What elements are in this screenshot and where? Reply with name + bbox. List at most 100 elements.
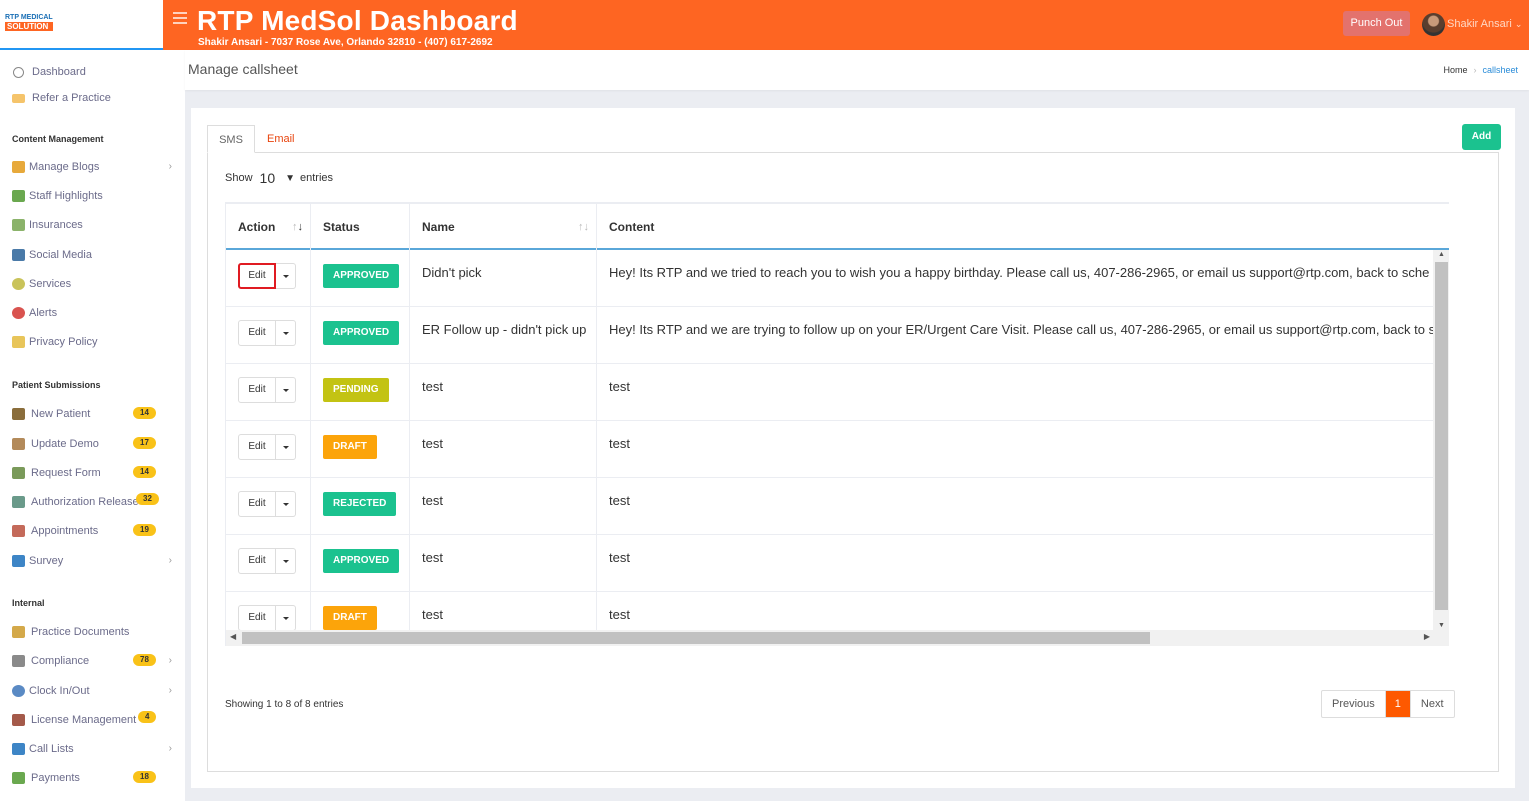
edit-dropdown-toggle[interactable] — [276, 491, 296, 517]
social-media-icon — [10, 248, 26, 263]
sidebar-item-services[interactable]: Services — [10, 275, 175, 293]
logo[interactable]: RTP MEDICAL SOLUTION — [0, 0, 163, 50]
sidebar-item-social-media[interactable]: Social Media — [10, 246, 175, 264]
edit-button[interactable]: Edit — [238, 434, 276, 460]
column-header-status[interactable]: Status — [311, 204, 410, 250]
scrollbar-thumb[interactable] — [1435, 262, 1448, 610]
pagination-page-current[interactable]: 1 — [1385, 691, 1411, 717]
cell-action: Edit — [226, 307, 311, 364]
scroll-up-icon[interactable]: ▲ — [1438, 251, 1445, 258]
sidebar-item-label: Compliance — [31, 655, 90, 667]
add-button[interactable]: Add — [1462, 124, 1501, 150]
edit-button[interactable]: Edit — [238, 377, 276, 403]
scroll-right-icon[interactable]: ▶ — [1424, 632, 1430, 641]
sidebar-item-request-form[interactable]: Request Form 14 — [10, 464, 175, 482]
pagination-previous[interactable]: Previous — [1322, 691, 1386, 717]
cell-action: Edit — [226, 364, 311, 421]
sidebar-item-label: Staff Highlights — [29, 190, 103, 202]
punch-out-button[interactable]: Punch Out — [1343, 11, 1410, 36]
sidebar-item-new-patient[interactable]: New Patient 14 — [10, 405, 175, 423]
app-title: RTP MedSol Dashboard — [197, 5, 518, 36]
section-heading-internal: Internal — [12, 598, 45, 608]
cell-content: test — [597, 535, 1434, 592]
cell-name: ER Follow up - didn't pick up — [410, 307, 597, 364]
cell-status: DRAFT — [311, 421, 410, 478]
table-row: Edit APPROVED test test — [226, 535, 1434, 592]
cell-status: APPROVED — [311, 307, 410, 364]
user-menu[interactable]: Shakir Ansari ⌄ — [1422, 12, 1522, 36]
edit-button[interactable]: Edit — [238, 548, 276, 574]
chevron-right-icon: › — [168, 743, 172, 754]
edit-button[interactable]: Edit — [238, 263, 276, 289]
update-icon — [10, 437, 26, 452]
edit-button[interactable]: Edit — [238, 605, 276, 631]
tab-sms[interactable]: SMS — [207, 125, 255, 153]
count-badge: 18 — [133, 771, 156, 783]
pagination: Previous 1 Next — [1321, 690, 1455, 718]
count-badge: 14 — [133, 407, 156, 419]
sidebar-item-authorization-release[interactable]: Authorization Release 32 — [10, 493, 175, 511]
caret-down-icon — [282, 616, 289, 620]
cell-name: test — [410, 364, 597, 421]
user-name: Shakir Ansari — [1447, 18, 1512, 30]
sidebar-item-label: Dashboard — [32, 66, 86, 78]
edit-dropdown-toggle[interactable] — [276, 605, 296, 631]
scrollbar-thumb[interactable] — [242, 632, 1150, 644]
vertical-scrollbar[interactable]: ▲ ▼ — [1433, 250, 1449, 630]
sidebar-item-insurances[interactable]: Insurances — [10, 216, 175, 234]
sidebar-item-practice-documents[interactable]: Practice Documents — [10, 623, 175, 641]
chevron-right-icon: › — [168, 161, 172, 172]
caret-down-icon — [282, 559, 289, 563]
breadcrumb-current[interactable]: callsheet — [1482, 65, 1518, 75]
breadcrumb-separator-icon: › — [1473, 65, 1477, 75]
edit-dropdown-toggle[interactable] — [276, 377, 296, 403]
hamburger-menu-icon[interactable] — [173, 12, 187, 26]
sidebar-item-payments[interactable]: Payments 18 — [10, 769, 175, 787]
scroll-left-icon[interactable]: ◀ — [230, 632, 236, 641]
chevron-down-icon[interactable]: ▼ — [285, 173, 295, 184]
sidebar-item-label: Survey — [29, 555, 64, 567]
table-info: Showing 1 to 8 of 8 entries — [225, 699, 344, 710]
sidebar-item-refer-a-practice[interactable]: Refer a Practice — [10, 89, 175, 107]
cell-name: test — [410, 535, 597, 592]
sidebar-item-privacy-policy[interactable]: Privacy Policy — [10, 333, 175, 351]
column-header-content[interactable]: Content — [597, 204, 1449, 250]
sidebar-item-call-lists[interactable]: Call Lists › — [10, 740, 175, 758]
cell-name: test — [410, 478, 597, 535]
services-icon — [10, 277, 26, 292]
edit-button[interactable]: Edit — [238, 491, 276, 517]
edit-button[interactable]: Edit — [238, 320, 276, 346]
sidebar-item-staff-highlights[interactable]: Staff Highlights — [10, 187, 175, 205]
count-badge: 14 — [133, 466, 156, 478]
sidebar-item-license-management[interactable]: License Management 4 — [10, 711, 175, 729]
entries-select[interactable]: 10 — [260, 170, 276, 186]
sidebar-item-appointments[interactable]: Appointments 19 — [10, 522, 175, 540]
horizontal-scrollbar[interactable]: ◀ ▶ — [226, 630, 1449, 646]
pagination-next[interactable]: Next — [1411, 691, 1454, 717]
column-header-name[interactable]: Name ↑↓ — [410, 204, 597, 250]
edit-dropdown-toggle[interactable] — [276, 548, 296, 574]
sidebar-item-label: Appointments — [31, 525, 99, 537]
edit-dropdown-toggle[interactable] — [276, 263, 296, 289]
sidebar-item-dashboard[interactable]: Dashboard — [10, 63, 175, 81]
cell-action: Edit — [226, 535, 311, 592]
sidebar-item-label: License Management — [31, 714, 137, 726]
dashboard-icon — [10, 65, 26, 80]
section-heading-content-management: Content Management — [12, 134, 104, 144]
status-badge: APPROVED — [323, 264, 400, 288]
scroll-down-icon[interactable]: ▼ — [1438, 622, 1445, 629]
breadcrumb-home[interactable]: Home — [1443, 65, 1467, 75]
tab-email[interactable]: Email — [267, 125, 307, 153]
sidebar-item-alerts[interactable]: Alerts — [10, 304, 175, 322]
edit-dropdown-toggle[interactable] — [276, 320, 296, 346]
sidebar-item-manage-blogs[interactable]: Manage Blogs › — [10, 158, 175, 176]
chevron-right-icon: › — [168, 655, 172, 666]
content-text: test — [609, 493, 630, 508]
edit-dropdown-toggle[interactable] — [276, 434, 296, 460]
name-text: Didn't pick — [422, 265, 482, 280]
sidebar-item-compliance[interactable]: Compliance 78 › — [10, 652, 175, 670]
column-header-action[interactable]: Action ↑↓ — [226, 204, 311, 250]
sidebar-item-clock-in-out[interactable]: Clock In/Out › — [10, 682, 175, 700]
sidebar-item-update-demo[interactable]: Update Demo 17 — [10, 435, 175, 453]
sidebar-item-survey[interactable]: Survey › — [10, 552, 175, 570]
